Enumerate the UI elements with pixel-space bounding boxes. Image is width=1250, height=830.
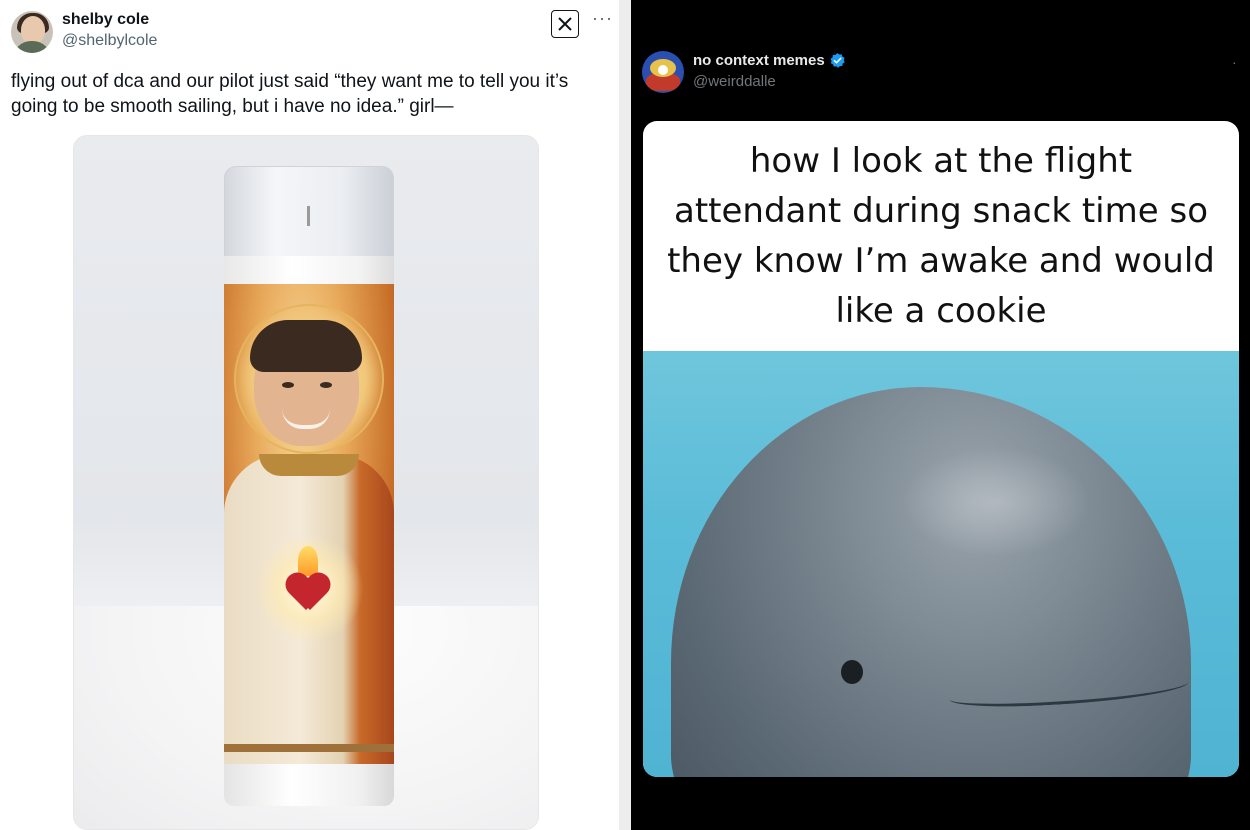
avatar[interactable] xyxy=(642,51,684,93)
tweet-text: flying out of dca and our pilot just sai… xyxy=(11,71,569,117)
author-name[interactable]: shelby cole xyxy=(62,11,149,29)
meme-caption: how I look at the flight attendant durin… xyxy=(667,141,1215,331)
avatar[interactable] xyxy=(11,11,53,53)
right-tweet-panel: no context memes @weirddalle · how I loo… xyxy=(631,0,1250,830)
author-name[interactable]: no context memes xyxy=(693,52,825,69)
tweet-media-meme[interactable]: how I look at the flight attendant durin… xyxy=(643,121,1239,777)
x-logo-icon[interactable] xyxy=(551,10,579,38)
more-options-button[interactable]: ··· xyxy=(592,8,613,29)
verified-badge-icon xyxy=(830,53,845,68)
panel-divider xyxy=(619,0,631,830)
author-handle[interactable]: @shelbylcole xyxy=(62,32,157,50)
left-tweet-panel: shelby cole @shelbylcole ··· flying out … xyxy=(0,0,630,830)
author-name-row[interactable]: no context memes xyxy=(693,52,846,69)
more-options-button[interactable]: · xyxy=(1232,54,1237,70)
saint-candle-image xyxy=(224,166,394,806)
beluga-whale-image xyxy=(643,351,1239,777)
tweet-media-candle-photo[interactable] xyxy=(73,135,539,830)
meme-caption-area: how I look at the flight attendant durin… xyxy=(643,121,1239,351)
author-handle[interactable]: @weirddalle xyxy=(693,73,776,90)
